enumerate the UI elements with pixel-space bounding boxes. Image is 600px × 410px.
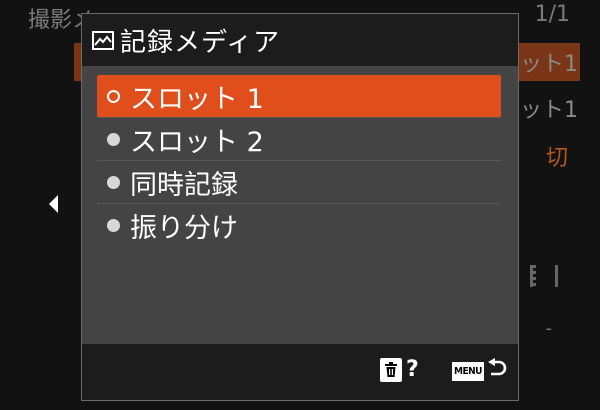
- option-slot-1[interactable]: スロット 1: [97, 75, 501, 118]
- option-label: 同時記録: [130, 169, 238, 201]
- radio-unselected-icon: [107, 132, 120, 146]
- option-sort[interactable]: 振り分け: [97, 204, 501, 246]
- help-question-mark: ?: [406, 357, 419, 382]
- recording-media-dialog: 記録メディア スロット 1 スロット 2 同時記録 振り分け ? MENU: [81, 13, 519, 401]
- page-left-arrow-icon[interactable]: [49, 195, 58, 213]
- film-icon: [530, 265, 558, 287]
- help-button[interactable]: ?: [380, 357, 419, 382]
- media-card-icon: [92, 30, 114, 50]
- menu-key-label: MENU: [452, 361, 484, 381]
- option-slot-2[interactable]: スロット 2: [97, 118, 501, 161]
- option-label: 振り分け: [130, 212, 238, 244]
- return-arrow-icon: [487, 358, 507, 384]
- dialog-footer: ? MENU: [82, 344, 518, 400]
- background-value-3: 切: [545, 146, 568, 171]
- back-button[interactable]: MENU: [452, 358, 507, 384]
- option-label: スロット 1: [130, 83, 264, 115]
- background-value-2: ット1: [520, 98, 578, 123]
- option-label: スロット 2: [130, 126, 264, 158]
- background-page-indicator: 1/1: [534, 2, 570, 27]
- radio-selected-icon: [107, 89, 120, 103]
- recording-media-options: スロット 1 スロット 2 同時記録 振り分け: [97, 75, 501, 246]
- radio-unselected-icon: [107, 175, 120, 189]
- dialog-title: 記録メディア: [120, 27, 281, 58]
- option-simultaneous-recording[interactable]: 同時記録: [97, 161, 501, 204]
- radio-unselected-icon: [107, 218, 120, 232]
- dialog-header: 記録メディア: [82, 14, 518, 66]
- background-value-4: -: [545, 318, 553, 339]
- background-value-1: ット1: [520, 52, 578, 77]
- trash-icon: [380, 357, 402, 382]
